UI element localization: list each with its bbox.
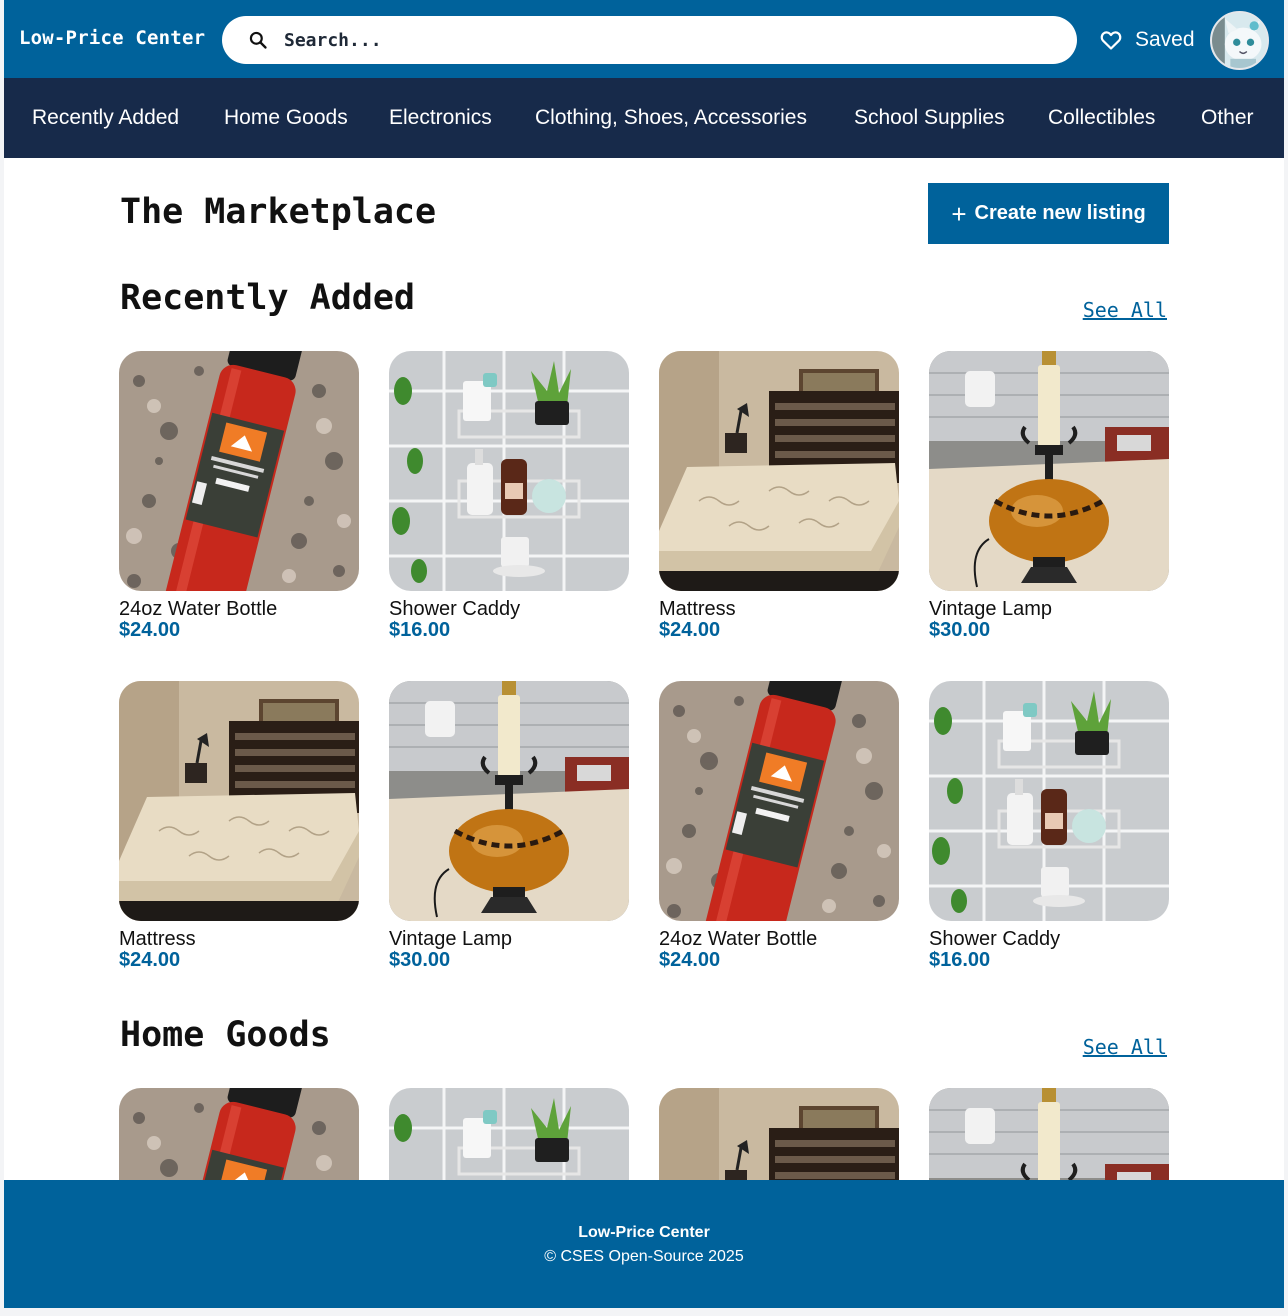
see-all-recently-added-link[interactable]: See All: [1083, 298, 1167, 322]
footer-brand: Low-Price Center: [578, 1224, 710, 1241]
saved-button[interactable]: Saved: [1099, 26, 1195, 54]
page-title: The Marketplace: [120, 192, 437, 232]
see-all-home-goods-link[interactable]: See All: [1083, 1035, 1167, 1059]
listing-image-mattress: [659, 351, 899, 591]
heart-icon: [1099, 28, 1123, 52]
listing-card[interactable]: Shower Caddy $16.00: [389, 351, 629, 641]
listing-price: $16.00: [929, 949, 991, 971]
create-listing-button[interactable]: + Create new listing: [928, 183, 1169, 244]
section-title-home-goods: Home Goods: [120, 1015, 331, 1055]
listing-price: $24.00: [119, 619, 181, 641]
listing-title: 24oz Water Bottle: [119, 598, 278, 620]
search-input[interactable]: [284, 24, 1044, 56]
search-icon: [248, 30, 268, 50]
create-listing-label: Create new listing: [974, 202, 1146, 224]
listing-image-water-bottle: [659, 681, 899, 921]
listing-title: Mattress: [119, 928, 196, 950]
section-title-recently-added: Recently Added: [120, 278, 416, 318]
nav-item-home-goods[interactable]: Home Goods: [224, 106, 348, 130]
footer-copyright: © CSES Open-Source 2025: [544, 1248, 744, 1265]
search-bar[interactable]: [222, 16, 1077, 64]
listing-title: 24oz Water Bottle: [659, 928, 818, 950]
saved-label: Saved: [1135, 28, 1195, 51]
listing-card[interactable]: Vintage Lamp $30.00: [929, 351, 1169, 641]
listing-title: Shower Caddy: [929, 928, 1061, 950]
nav-item-recently-added[interactable]: Recently Added: [32, 106, 179, 130]
listing-title: Vintage Lamp: [929, 598, 1053, 620]
nav-item-clothing[interactable]: Clothing, Shoes, Accessories: [535, 106, 807, 130]
listing-card[interactable]: Mattress $24.00: [119, 681, 359, 971]
listing-title: Mattress: [659, 598, 736, 620]
listing-price: $24.00: [659, 949, 721, 971]
nav-item-electronics[interactable]: Electronics: [389, 106, 492, 130]
category-nav: Recently Added Home Goods Electronics Cl…: [4, 78, 1284, 158]
listing-image-vintage-lamp: [929, 351, 1169, 591]
listing-price: $24.00: [659, 619, 721, 641]
nav-item-collectibles[interactable]: Collectibles: [1048, 106, 1155, 130]
site-logo[interactable]: Low-Price Center: [19, 27, 205, 49]
plus-icon: +: [951, 198, 967, 229]
listing-price: $16.00: [389, 619, 451, 641]
listing-image-water-bottle: [119, 351, 359, 591]
listing-image-mattress: [119, 681, 359, 921]
listing-image-shower-caddy: [389, 351, 629, 591]
listing-card[interactable]: Shower Caddy $16.00: [929, 681, 1169, 971]
user-avatar[interactable]: [1210, 11, 1269, 70]
listing-card[interactable]: Mattress $24.00: [659, 351, 899, 641]
listing-price: $30.00: [929, 619, 991, 641]
listing-card[interactable]: 24oz Water Bottle $24.00: [659, 681, 899, 971]
listing-title: Shower Caddy: [389, 598, 521, 620]
listing-price: $30.00: [389, 949, 451, 971]
listing-card[interactable]: Vintage Lamp $30.00: [389, 681, 629, 971]
listing-card[interactable]: 24oz Water Bottle $24.00: [119, 351, 359, 641]
nav-item-other[interactable]: Other: [1201, 106, 1254, 130]
top-header: Low-Price Center Saved: [4, 0, 1284, 78]
listing-price: $24.00: [119, 949, 181, 971]
listing-title: Vintage Lamp: [389, 928, 513, 950]
app-frame: Low-Price Center Saved: [4, 0, 1284, 1308]
site-footer: Low-Price Center © CSES Open-Source 2025: [4, 1180, 1284, 1308]
listing-image-vintage-lamp: [389, 681, 629, 921]
listing-image-shower-caddy: [929, 681, 1169, 921]
nav-item-school-supplies[interactable]: School Supplies: [854, 106, 1005, 130]
